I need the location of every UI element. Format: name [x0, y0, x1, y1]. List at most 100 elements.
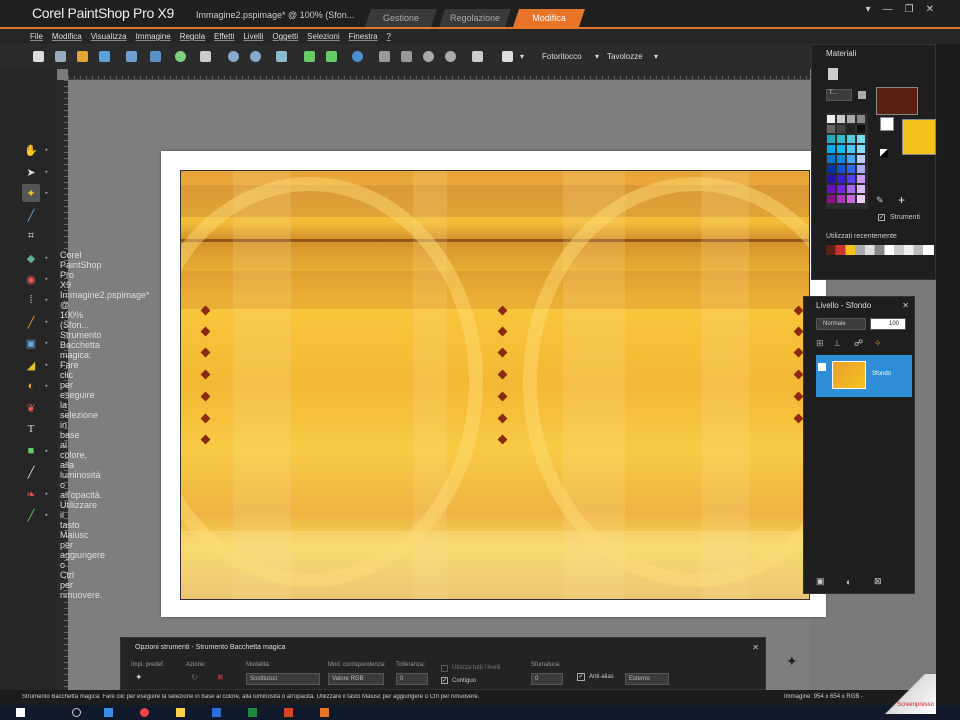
- close-icon[interactable]: ✕: [902, 301, 909, 310]
- menu-visualizza[interactable]: Visualizza: [91, 32, 127, 41]
- straighten-tool-icon[interactable]: ◆ ▸: [22, 249, 48, 267]
- fotoritocco-menu[interactable]: Fotoritocco: [542, 52, 582, 61]
- pick-tool-icon[interactable]: ➤ ▸: [22, 163, 48, 181]
- crop-tool-icon[interactable]: ⌗: [22, 227, 40, 245]
- fit-window-icon[interactable]: [379, 51, 390, 62]
- swatch[interactable]: [837, 155, 845, 163]
- tavolozze-menu[interactable]: Tavolozze: [607, 52, 643, 61]
- material-type-select[interactable]: T...: [826, 89, 852, 101]
- strumenti-checkbox[interactable]: ✓: [878, 214, 885, 221]
- presets-icon[interactable]: ✦: [135, 672, 143, 683]
- share-icon[interactable]: [175, 51, 186, 62]
- restore-icon[interactable]: ❐: [905, 4, 914, 15]
- magic-wand-tool-icon[interactable]: ✦ ▸: [22, 184, 48, 202]
- use-all-layers-checkbox[interactable]: [441, 665, 448, 672]
- minimize-icon[interactable]: —: [883, 4, 893, 15]
- text-tool-icon[interactable]: T: [22, 420, 40, 438]
- undo-icon[interactable]: [304, 51, 315, 62]
- antialias-checkbox[interactable]: ✓: [577, 673, 585, 681]
- swatch[interactable]: [857, 165, 865, 173]
- swatch[interactable]: [827, 125, 835, 133]
- reset-icon[interactable]: ↻: [191, 673, 198, 682]
- swatch[interactable]: [837, 195, 845, 203]
- excel-icon[interactable]: [248, 708, 257, 717]
- close-icon[interactable]: ✕: [752, 643, 759, 652]
- pan-tool-icon[interactable]: ✋ ▸: [22, 141, 48, 159]
- chrome-icon[interactable]: [140, 708, 149, 717]
- swatch[interactable]: [837, 165, 845, 173]
- swatch[interactable]: [857, 195, 865, 203]
- swatch[interactable]: [847, 175, 855, 183]
- swatch[interactable]: [847, 185, 855, 193]
- swatch[interactable]: [847, 165, 855, 173]
- mode-select[interactable]: Sostituisci: [246, 673, 320, 685]
- contiguous-checkbox[interactable]: ✓: [441, 677, 448, 684]
- open-folder-icon[interactable]: [77, 51, 88, 62]
- swatch[interactable]: [827, 185, 835, 193]
- visibility-icon[interactable]: [818, 363, 826, 371]
- image-canvas[interactable]: [180, 170, 810, 600]
- swatch[interactable]: [827, 175, 835, 183]
- actual-size-icon[interactable]: [401, 51, 412, 62]
- layer-row-sfondo[interactable]: Sfondo: [816, 355, 912, 397]
- menu-regola[interactable]: Regola: [180, 32, 205, 41]
- makeover-tool-icon[interactable]: ⁞ ▸: [22, 291, 48, 309]
- zoom-in-icon[interactable]: [445, 51, 456, 62]
- print-icon[interactable]: [200, 51, 211, 62]
- help-icon[interactable]: ▾: [866, 4, 871, 15]
- warp-tool-icon[interactable]: ❧ ▸: [22, 485, 48, 503]
- swatch[interactable]: [837, 185, 845, 193]
- swatch[interactable]: [827, 155, 835, 163]
- opacity-input[interactable]: 100: [870, 318, 906, 330]
- layer-link-icon[interactable]: ⟂: [834, 338, 840, 349]
- save-icon[interactable]: [126, 51, 137, 62]
- new-layer-icon[interactable]: ▣: [816, 576, 825, 587]
- paintshop-taskbar-icon[interactable]: [320, 708, 329, 717]
- tab-regolazione[interactable]: Regolazione: [439, 9, 511, 27]
- swatch[interactable]: [847, 145, 855, 153]
- layer-mask-icon[interactable]: ☍: [854, 338, 863, 349]
- swatch[interactable]: [827, 145, 835, 153]
- cancel-icon[interactable]: ✖: [217, 673, 224, 682]
- red-eye-tool-icon[interactable]: ◉ ▸: [22, 270, 48, 288]
- menu-livelli[interactable]: Livelli: [243, 32, 263, 41]
- close-icon[interactable]: ✕: [926, 4, 934, 15]
- swatch[interactable]: [847, 115, 855, 123]
- zoom-out-icon[interactable]: [423, 51, 434, 62]
- antialias-mode-select[interactable]: Esterno: [625, 673, 669, 685]
- powerpoint-icon[interactable]: [284, 708, 293, 717]
- add-swatch-icon[interactable]: +: [898, 193, 905, 207]
- swatch[interactable]: [857, 185, 865, 193]
- new-file-icon[interactable]: [33, 51, 44, 62]
- blend-mode-select[interactable]: Normale: [816, 318, 866, 330]
- dropper-tool-icon[interactable]: ╱: [22, 206, 40, 224]
- menu-oggetti[interactable]: Oggetti: [272, 32, 298, 41]
- tolerance-input[interactable]: 0: [396, 673, 428, 685]
- swatch[interactable]: [847, 195, 855, 203]
- delete-layer-icon[interactable]: ⊠: [874, 576, 882, 587]
- background-color-swatch[interactable]: [902, 119, 936, 155]
- explorer-icon[interactable]: [176, 708, 185, 717]
- recent-colors-strip[interactable]: [826, 245, 934, 255]
- swatch[interactable]: [847, 155, 855, 163]
- menu-file[interactable]: File: [30, 32, 43, 41]
- history-icon[interactable]: [352, 51, 363, 62]
- adjustment-layer-icon[interactable]: ◐: [846, 577, 851, 587]
- menu-help[interactable]: ?: [387, 32, 391, 41]
- swatch[interactable]: [837, 125, 845, 133]
- swatch[interactable]: [857, 125, 865, 133]
- swatch[interactable]: [857, 135, 865, 143]
- swatch[interactable]: [847, 125, 855, 133]
- chevron-down-icon[interactable]: ▾: [595, 52, 599, 61]
- foreground-color-swatch[interactable]: [876, 87, 918, 115]
- menu-immagine[interactable]: Immagine: [136, 32, 171, 41]
- swatch[interactable]: [827, 135, 835, 143]
- rotate-right-icon[interactable]: [250, 51, 261, 62]
- redo-icon[interactable]: [326, 51, 337, 62]
- tab-gestione[interactable]: Gestione: [365, 9, 437, 27]
- fill-tool-icon[interactable]: ❦: [22, 399, 40, 417]
- resize-icon[interactable]: [276, 51, 287, 62]
- swatch[interactable]: [837, 145, 845, 153]
- swatch[interactable]: [857, 155, 865, 163]
- pen-tool-icon[interactable]: ╱: [22, 463, 40, 481]
